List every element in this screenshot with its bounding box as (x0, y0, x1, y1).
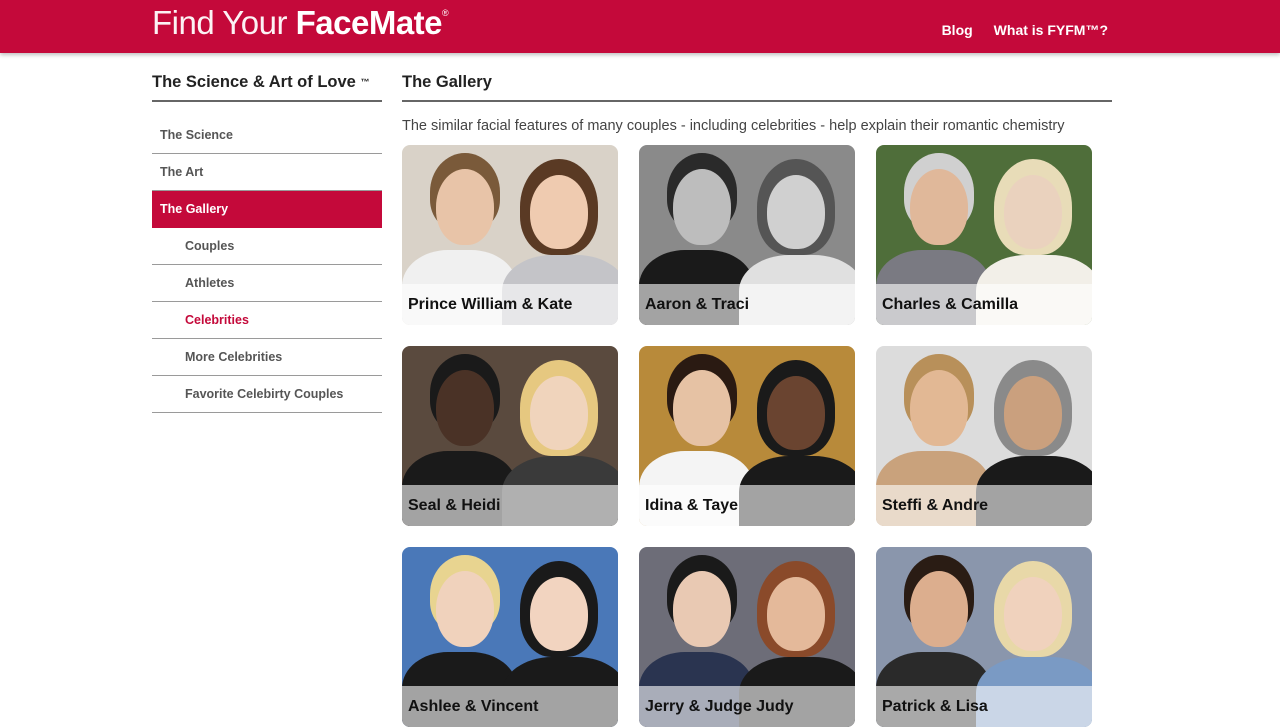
sidebar-item-the-gallery[interactable]: The Gallery (152, 191, 382, 228)
gallery-caption: Idina & Taye (639, 485, 855, 526)
face-shape (1004, 376, 1062, 450)
gallery-card[interactable]: Seal & Heidi (402, 346, 618, 526)
sidebar: The Science & Art of Love ™ The Science T… (152, 72, 382, 413)
gallery-caption: Prince William & Kate (402, 284, 618, 325)
gallery-caption: Jerry & Judge Judy (639, 686, 855, 727)
face-shape (530, 175, 588, 249)
sidebar-item-couples[interactable]: Couples (152, 228, 382, 265)
top-nav: Blog What is FYFM™? (942, 22, 1108, 38)
site-header: Find Your FaceMate® Blog What is FYFM™? (0, 0, 1280, 53)
sidebar-title: The Science & Art of Love ™ (152, 72, 382, 102)
sidebar-menu: The Science The Art The Gallery Couples Athl… (152, 117, 382, 413)
logo-registered-mark: ® (442, 8, 449, 18)
gallery-card[interactable]: Prince William & Kate (402, 145, 618, 325)
face-shape (436, 370, 494, 446)
gallery-card[interactable]: Ashlee & Vincent (402, 547, 618, 727)
gallery-card[interactable]: Steffi & Andre (876, 346, 1092, 526)
face-shape (530, 376, 588, 450)
gallery-card[interactable]: Idina & Taye (639, 346, 855, 526)
site-logo[interactable]: Find Your FaceMate® (152, 4, 449, 42)
sidebar-item-athletes[interactable]: Athletes (152, 265, 382, 302)
nav-link-what-is-fyfm[interactable]: What is FYFM™? (994, 22, 1108, 38)
nav-link-blog[interactable]: Blog (942, 22, 973, 38)
face-shape (673, 571, 731, 647)
sidebar-item-more-celebrities[interactable]: More Celebrities (152, 339, 382, 376)
face-shape (1004, 577, 1062, 651)
face-shape (530, 577, 588, 651)
face-shape (910, 169, 968, 245)
sidebar-item-favorite-celebirty-couples[interactable]: Favorite Celebirty Couples (152, 376, 382, 413)
logo-text-bold: FaceMate (295, 4, 443, 41)
gallery-intro: The similar facial features of many coup… (402, 118, 1065, 134)
gallery-card[interactable]: Patrick & Lisa (876, 547, 1092, 727)
face-shape (436, 169, 494, 245)
gallery-caption: Seal & Heidi (402, 485, 618, 526)
face-shape (767, 577, 825, 651)
page-title: The Gallery (402, 72, 1112, 102)
gallery-grid: Prince William & Kate Aaron & Traci Charle… (402, 145, 1092, 727)
gallery-caption: Patrick & Lisa (876, 686, 1092, 727)
gallery-card[interactable]: Charles & Camilla (876, 145, 1092, 325)
face-shape (436, 571, 494, 647)
face-shape (673, 169, 731, 245)
face-shape (910, 571, 968, 647)
gallery-caption: Charles & Camilla (876, 284, 1092, 325)
face-shape (673, 370, 731, 446)
gallery-caption: Ashlee & Vincent (402, 686, 618, 727)
face-shape (767, 175, 825, 249)
sidebar-item-the-art[interactable]: The Art (152, 154, 382, 191)
gallery-caption: Aaron & Traci (639, 284, 855, 325)
face-shape (910, 370, 968, 446)
logo-text-thin: Find Your (152, 4, 296, 41)
gallery-caption: Steffi & Andre (876, 485, 1092, 526)
sidebar-item-celebrities[interactable]: Celebrities (152, 302, 382, 339)
face-shape (767, 376, 825, 450)
main-content: The Gallery The similar facial features … (402, 72, 1112, 727)
gallery-card[interactable]: Jerry & Judge Judy (639, 547, 855, 727)
sidebar-item-the-science[interactable]: The Science (152, 117, 382, 154)
gallery-card[interactable]: Aaron & Traci (639, 145, 855, 325)
face-shape (1004, 175, 1062, 249)
